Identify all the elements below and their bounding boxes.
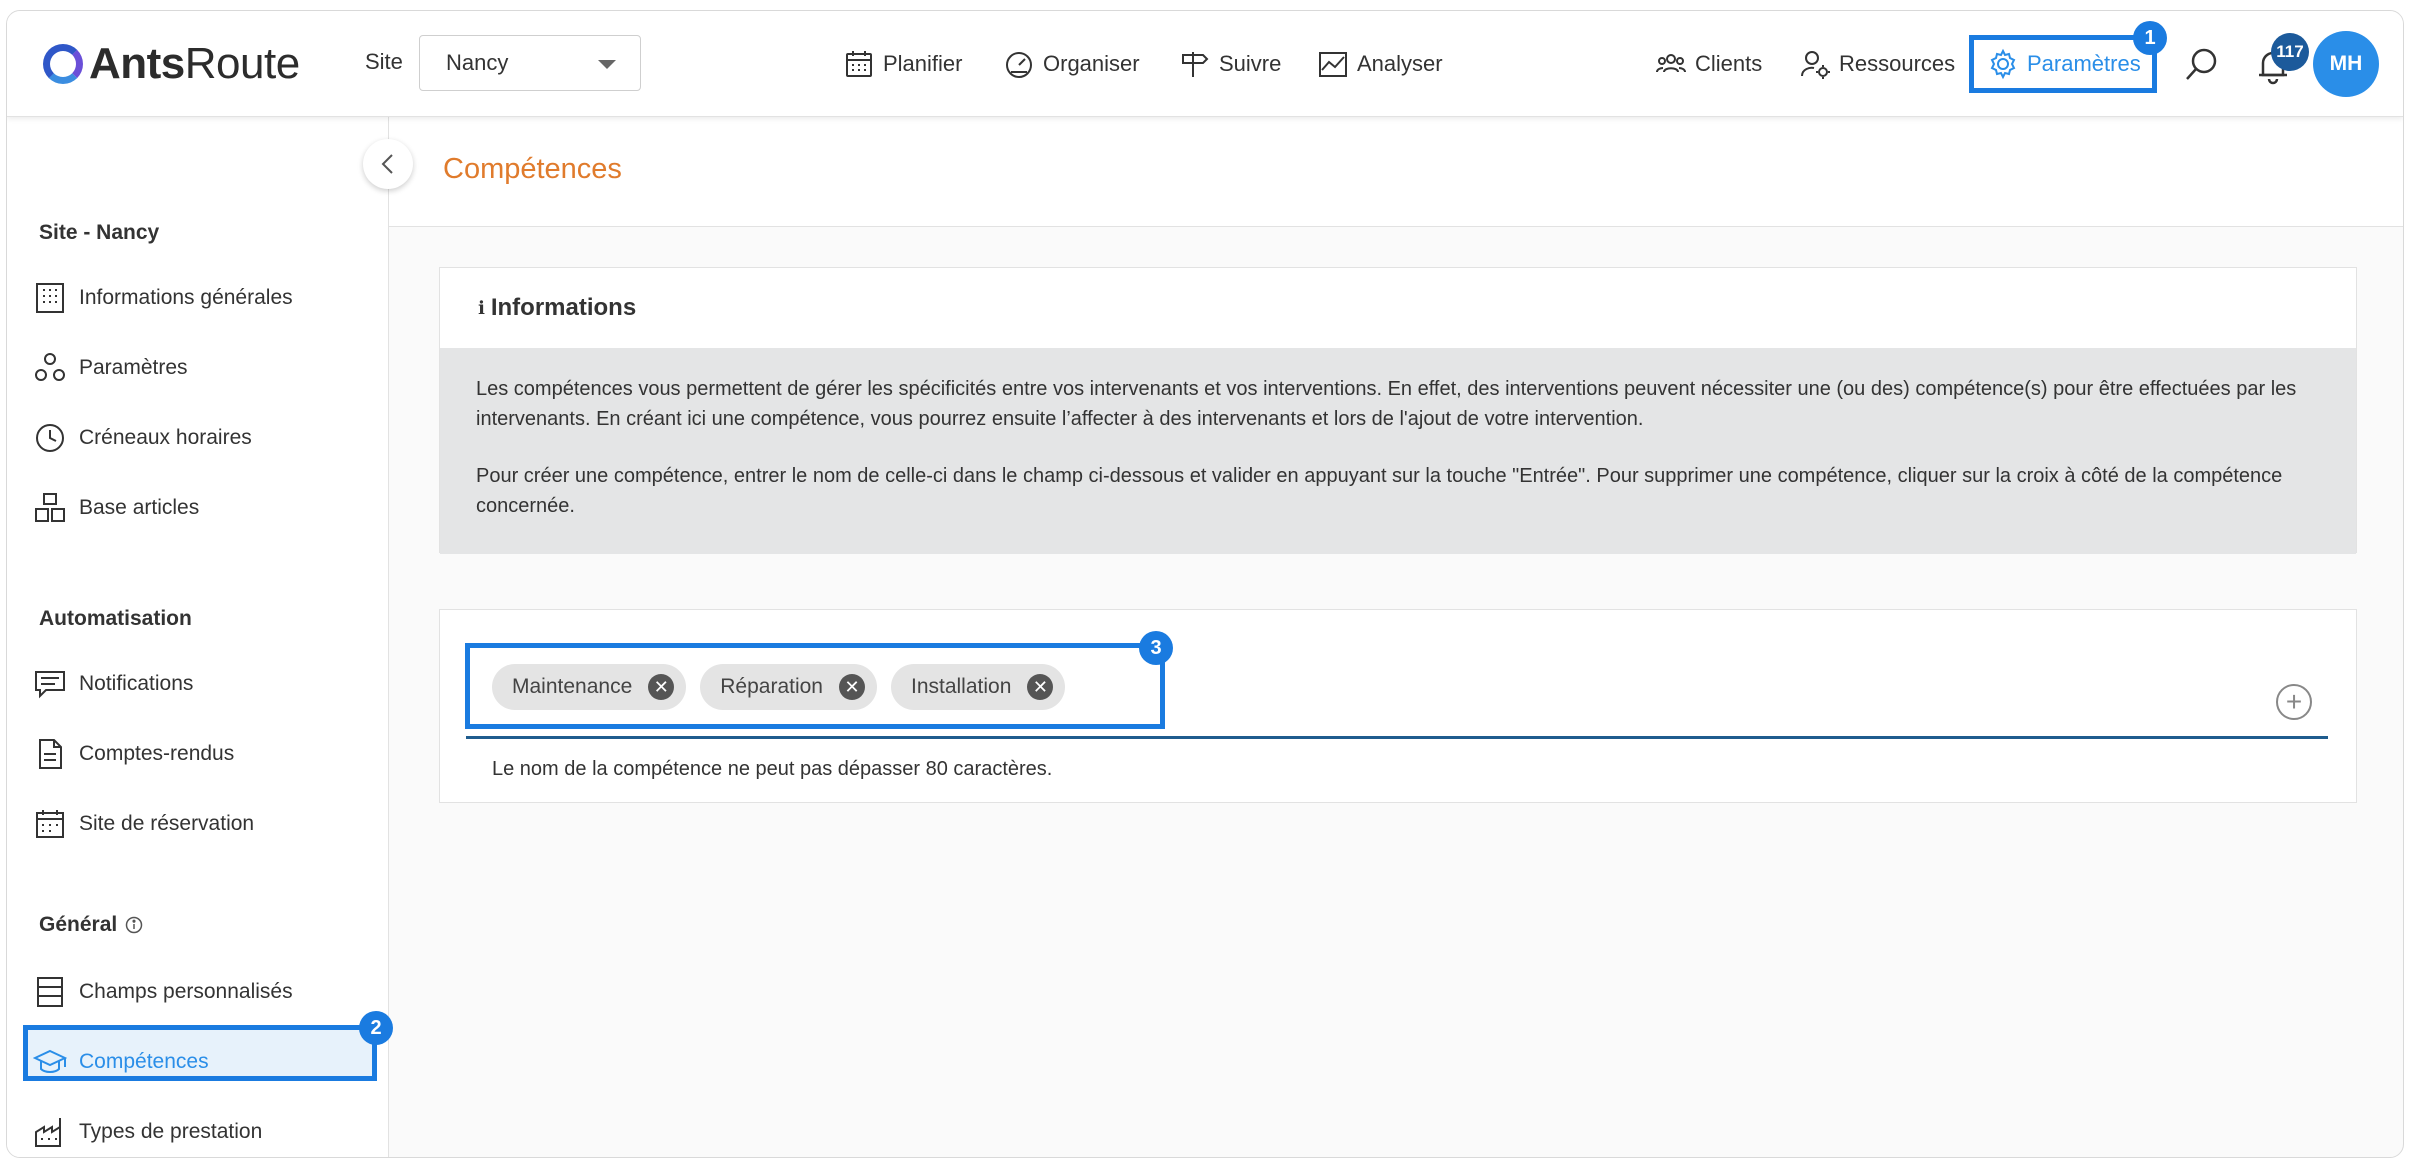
- info-card-body: Les compétences vous permettent de gérer…: [440, 348, 2356, 554]
- sidebar-item-articles[interactable]: Base articles: [33, 483, 199, 533]
- nav-planifier-label: Planifier: [883, 51, 963, 76]
- calendar-icon: [846, 51, 872, 77]
- building-icon: [36, 283, 64, 313]
- sidebar-item-label: Notifications: [79, 672, 194, 695]
- signpost-icon: [1182, 52, 1209, 77]
- info-paragraph-2: Pour créer une compétence, entrer le nom…: [476, 465, 2283, 517]
- sidebar-item-parametres[interactable]: Paramètres: [33, 343, 188, 393]
- step-badge-3: 3: [1139, 631, 1173, 665]
- nav-organiser-label: Organiser: [1043, 51, 1140, 76]
- nav-suivre[interactable]: Suivre: [1179, 39, 1281, 89]
- sidebar-item-notifications[interactable]: Notifications: [33, 659, 193, 709]
- user-gear-icon: [1801, 51, 1830, 79]
- site-select[interactable]: Nancy: [419, 35, 641, 91]
- sidebar-item-label: Base articles: [79, 496, 200, 519]
- sidebar-item-label: Comptes-rendus: [79, 742, 235, 765]
- logo-ring-icon: [43, 44, 83, 84]
- highlight-box-tags: [465, 643, 1165, 729]
- nav-suivre-label: Suivre: [1219, 51, 1282, 76]
- sidebar-item-creneaux[interactable]: Créneaux horaires: [33, 413, 252, 463]
- page-title: Compétences: [443, 153, 622, 185]
- info-paragraph-1: Les compétences vous permettent de gérer…: [476, 378, 2297, 430]
- antsroute-logo[interactable]: AntsRoute: [43, 39, 300, 89]
- logo-text: AntsRoute: [89, 39, 300, 88]
- app-window: AntsRoute Site Nancy Planifier Organiser…: [6, 10, 2404, 1158]
- sidebar-item-champs[interactable]: Champs personnalisés: [33, 967, 293, 1017]
- highlight-box-parametres: [1969, 35, 2157, 93]
- nav-analyser[interactable]: Analyser: [1317, 39, 1443, 89]
- chevron-left-icon: [381, 154, 393, 174]
- content-header: [389, 117, 2403, 227]
- info-small-icon: ℹ: [478, 297, 485, 318]
- factory-icon: [35, 1118, 61, 1147]
- sidebar-item-label: Site de réservation: [79, 812, 255, 835]
- info-card: ℹ Informations Les compétences vous perm…: [439, 267, 2357, 554]
- clock-icon: [36, 424, 64, 452]
- step-badge-1: 1: [2133, 21, 2167, 55]
- nav-ressources[interactable]: Ressources: [1799, 39, 1955, 89]
- site-label: Site: [365, 49, 403, 74]
- chart-icon: [1319, 52, 1347, 77]
- skills-input-underline[interactable]: [466, 736, 2328, 739]
- sidebar-item-label: Champs personnalisés: [79, 980, 293, 1003]
- nav-clients[interactable]: Clients: [1655, 39, 1762, 89]
- info-title-text: Informations: [490, 294, 637, 321]
- skills-hint-text: Le nom de la compétence ne peut pas dépa…: [492, 758, 1053, 780]
- sidebar-item-reservation[interactable]: Site de réservation: [33, 799, 254, 849]
- step-badge-2: 2: [359, 1011, 393, 1045]
- chevron-down-icon: [598, 60, 616, 69]
- sidebar-section-general: Général: [39, 913, 143, 937]
- nav-clients-label: Clients: [1695, 51, 1763, 76]
- sidebar-item-informations[interactable]: Informations générales: [33, 273, 293, 323]
- gears-icon: [35, 353, 65, 381]
- sidebar-item-comptes-rendus[interactable]: Comptes-rendus: [33, 729, 234, 779]
- add-skill-icon[interactable]: +: [2276, 684, 2312, 720]
- users-icon: [1656, 54, 1686, 73]
- search-icon[interactable]: [2183, 45, 2221, 88]
- nav-planifier[interactable]: Planifier: [843, 39, 962, 89]
- sidebar-item-competences[interactable]: Compétences: [33, 1037, 209, 1087]
- message-icon: [35, 671, 65, 699]
- nav-analyser-label: Analyser: [1357, 51, 1443, 76]
- top-header: AntsRoute Site Nancy Planifier Organiser…: [7, 11, 2403, 117]
- graduation-cap-icon: [33, 1049, 67, 1073]
- info-card-title: ℹ Informations: [478, 294, 636, 322]
- site-select-value: Nancy: [446, 50, 509, 75]
- sidebar-item-label: Créneaux horaires: [79, 426, 252, 449]
- document-icon: [39, 739, 62, 769]
- notification-count-badge: 117: [2271, 33, 2309, 71]
- sidebar-item-label: Paramètres: [79, 356, 188, 379]
- sidebar-item-prestations[interactable]: Types de prestation: [33, 1107, 262, 1157]
- sidebar-item-label: Informations générales: [79, 286, 293, 309]
- gauge-icon: [1006, 52, 1032, 78]
- calendar-icon: [36, 810, 64, 838]
- info-circle-icon[interactable]: [125, 916, 143, 934]
- nav-ressources-label: Ressources: [1839, 51, 1956, 76]
- sidebar-section-site: Site - Nancy: [39, 221, 160, 244]
- sidebar-item-label: Types de prestation: [79, 1120, 263, 1143]
- boxes-icon: [35, 493, 65, 522]
- sidebar-section-automation: Automatisation: [39, 607, 192, 630]
- list-layout-icon: [37, 977, 63, 1007]
- sidebar-collapse-button[interactable]: [363, 139, 413, 189]
- sidebar-section-general-label: Général: [39, 913, 118, 936]
- nav-organiser[interactable]: Organiser: [1003, 39, 1140, 89]
- sidebar-item-label: Compétences: [79, 1050, 209, 1073]
- user-avatar[interactable]: MH: [2313, 31, 2379, 97]
